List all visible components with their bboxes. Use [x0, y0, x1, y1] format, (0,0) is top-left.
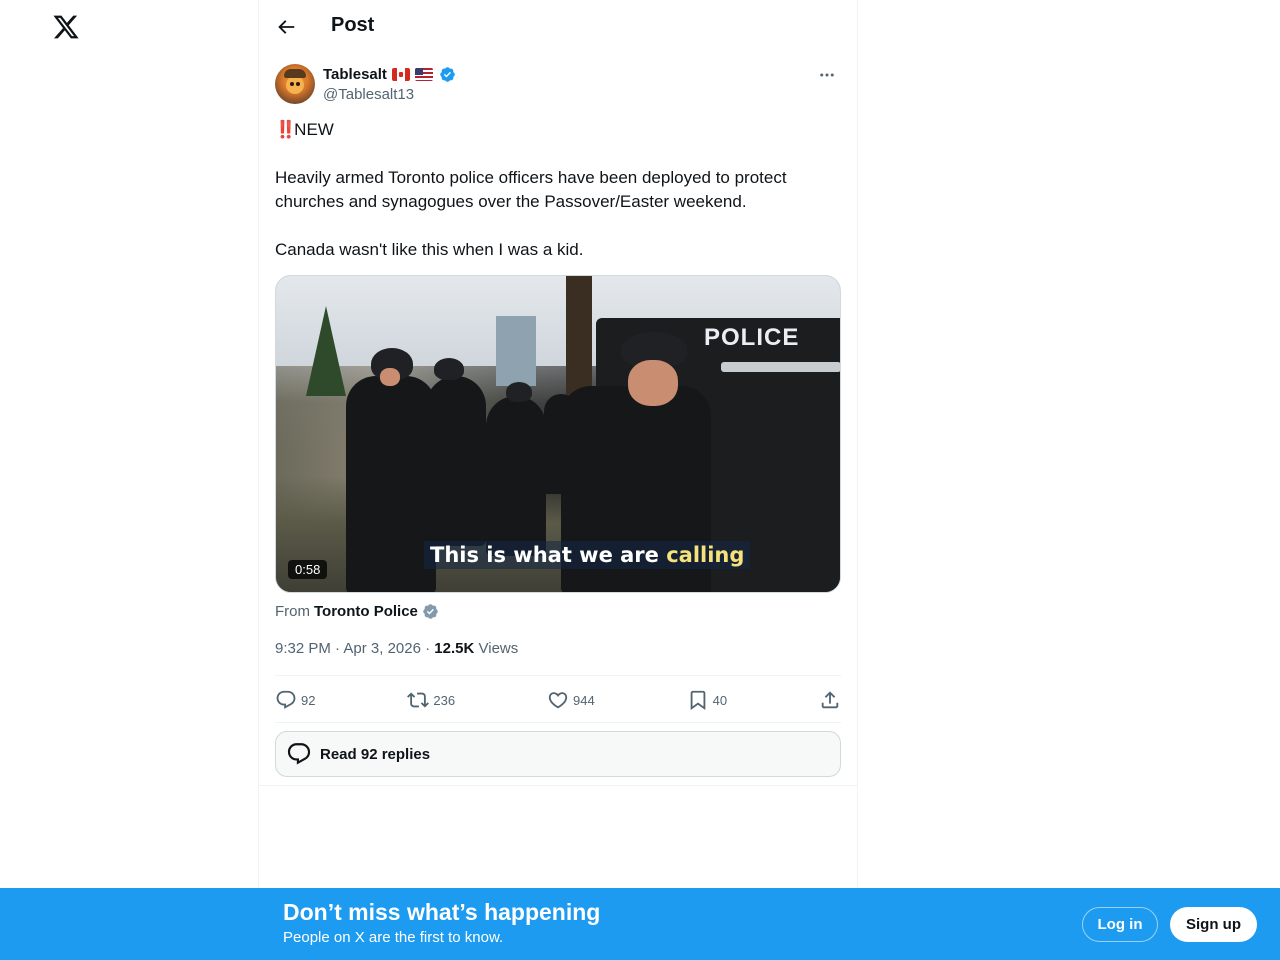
ellipsis-icon [820, 73, 834, 77]
reply-icon [276, 690, 296, 709]
source-name-link[interactable]: Toronto Police [314, 603, 418, 620]
tweet-closing: Canada wasn't like this when I was a kid… [275, 240, 584, 259]
post-header: Post [259, 0, 857, 53]
banner-subtitle: People on X are the first to know. [283, 929, 504, 946]
repost-count: 236 [433, 692, 456, 708]
divider [259, 785, 857, 786]
author-handle[interactable]: @Tablesalt13 [323, 86, 414, 103]
back-arrow-icon[interactable] [275, 16, 297, 38]
signup-banner: Don’t miss what’s happening People on X … [0, 888, 1280, 960]
reply-count: 92 [301, 692, 316, 708]
share-icon [821, 691, 839, 709]
usa-flag-icon [414, 68, 433, 81]
read-replies-label: Read 92 replies [320, 745, 431, 763]
author-display-name[interactable]: Tablesalt [323, 66, 387, 83]
banner-title: Don’t miss what’s happening [283, 899, 601, 925]
tweet-meta: 9:32 PM · Apr 3, 2026 · 12.5K Views [275, 640, 519, 657]
tweet-text: ‼️NEW Heavily armed Toronto police offic… [275, 118, 841, 262]
tweet-body: Heavily armed Toronto police officers ha… [275, 168, 792, 211]
read-replies-button[interactable]: Read 92 replies [275, 731, 841, 777]
tweet-time[interactable]: 9:32 PM [275, 640, 331, 657]
like-count: 944 [572, 692, 595, 708]
page-title: Post [331, 14, 375, 36]
canada-flag-icon [391, 68, 410, 81]
bookmark-count: 40 [712, 692, 728, 708]
more-options-button[interactable] [813, 64, 841, 86]
double-exclamation-emoji: ‼️ [275, 120, 296, 139]
like-button[interactable]: 944 [547, 689, 595, 711]
video-duration: 0:58 [288, 560, 328, 579]
heart-icon [548, 692, 568, 709]
speech-bubbles-icon [287, 743, 311, 765]
login-button[interactable]: Log in [1082, 907, 1158, 942]
tweet-actions: 92 236 944 40 [275, 686, 841, 714]
tweet-author: Tablesalt @Tablesalt13 [275, 64, 841, 108]
x-logo-icon[interactable] [52, 12, 80, 42]
gray-verified-badge-icon [423, 604, 438, 619]
author-name-row: Tablesalt [323, 66, 456, 83]
source-prefix: From [275, 603, 310, 620]
avatar[interactable] [275, 64, 315, 104]
bookmark-button[interactable]: 40 [687, 689, 727, 711]
repost-icon [407, 692, 430, 708]
bookmark-icon [690, 690, 705, 711]
video-caption: This is what we are calling [424, 541, 751, 569]
divider [275, 675, 841, 676]
police-vehicle-label: POLICE [704, 324, 800, 351]
share-button[interactable] [819, 689, 841, 711]
divider [275, 722, 841, 723]
media-source: From Toronto Police [275, 603, 439, 620]
reply-button[interactable]: 92 [275, 689, 315, 711]
verified-badge-icon [440, 67, 455, 82]
views-count: 12.5K [434, 640, 475, 657]
tweet-line-new: NEW [294, 120, 334, 139]
main-column: Post Tablesalt @Tablesalt13 ‼️NEW Heavil… [258, 0, 858, 960]
video-player[interactable]: POLICE This is what we are calling 0:58 [275, 275, 841, 593]
tweet-date[interactable]: Apr 3, 2026 [343, 640, 421, 657]
views-label: Views [478, 640, 519, 657]
signup-button[interactable]: Sign up [1170, 907, 1257, 942]
repost-button[interactable]: 236 [407, 689, 455, 711]
